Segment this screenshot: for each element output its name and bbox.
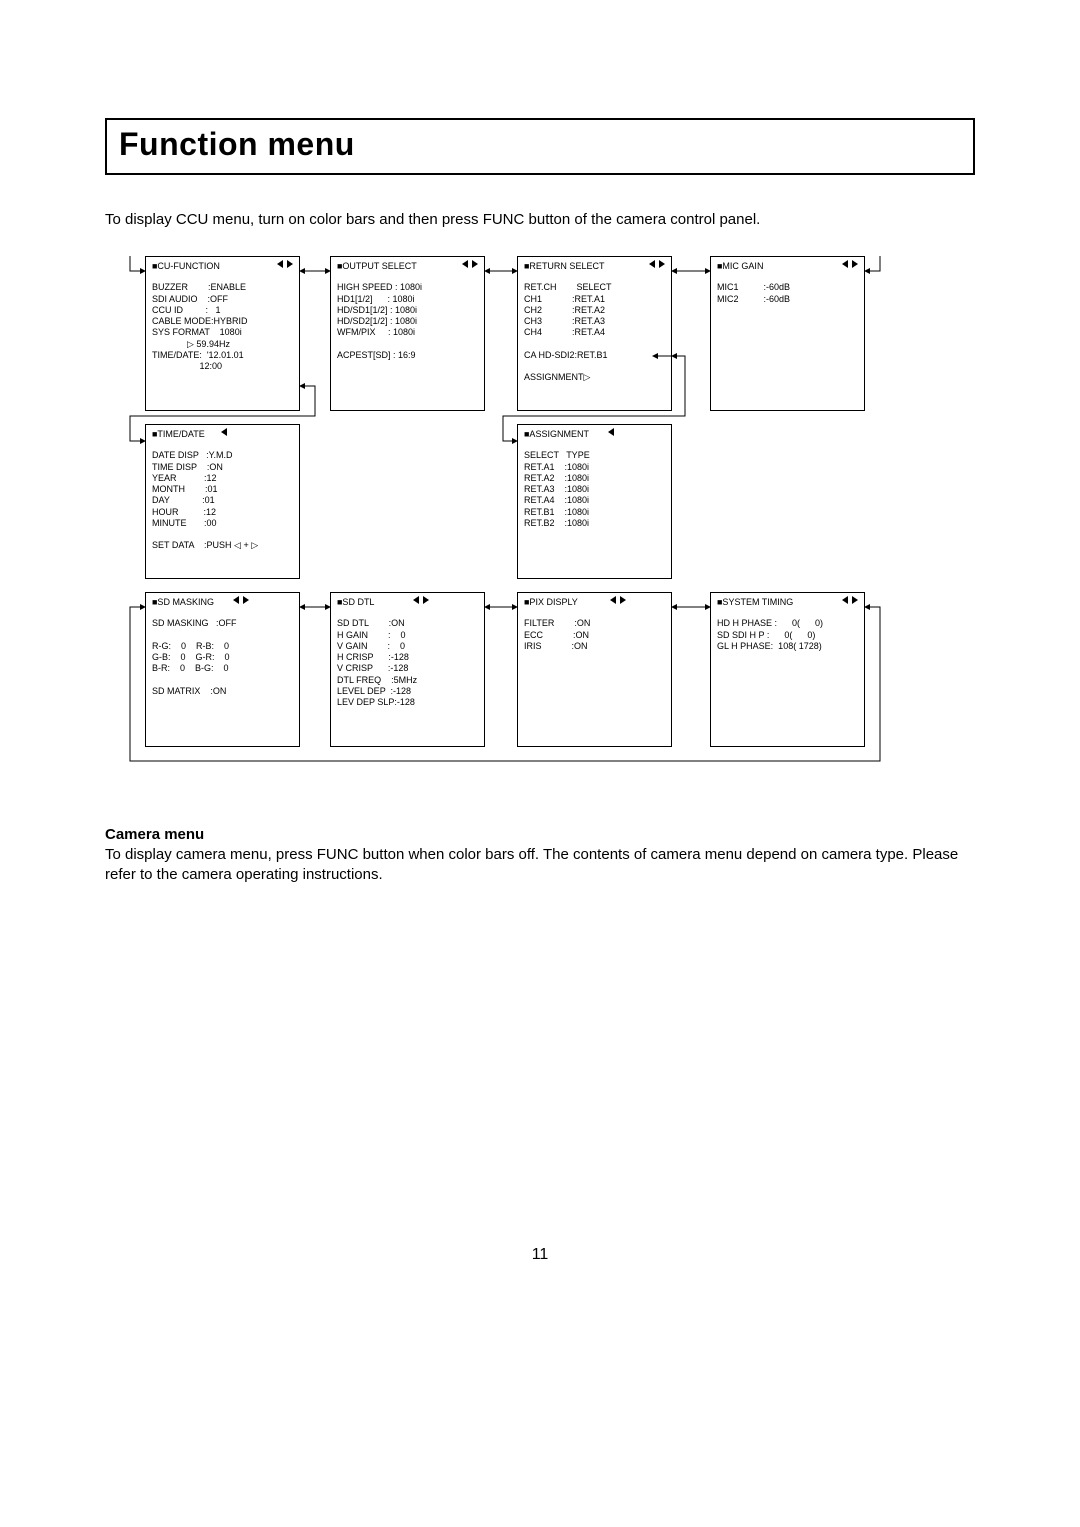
box-header: ■OUTPUT SELECT bbox=[337, 261, 478, 272]
box-output-select: ■OUTPUT SELECT HIGH SPEED : 1080i HD1[1/… bbox=[330, 256, 485, 411]
nav-right-icon bbox=[243, 596, 249, 604]
box-body: MIC1 :-60dB MIC2 :-60dB bbox=[717, 282, 858, 305]
box-body: SD MASKING :OFF R-G: 0 R-B: 0 G-B: 0 G-R… bbox=[152, 618, 293, 697]
nav-left-icon bbox=[610, 596, 616, 604]
nav-right-icon bbox=[423, 596, 429, 604]
box-body: HIGH SPEED : 1080i HD1[1/2] : 1080i HD/S… bbox=[337, 282, 478, 361]
box-header: ■MIC GAIN bbox=[717, 261, 858, 272]
title-frame: Function menu bbox=[105, 118, 975, 175]
nav-right-icon bbox=[852, 596, 858, 604]
camera-menu-body: To display camera menu, press FUNC butto… bbox=[105, 845, 975, 886]
box-body: RET.CH SELECT CH1 :RET.A1 CH2 :RET.A2 CH… bbox=[524, 282, 665, 383]
box-return-select: ■RETURN SELECT RET.CH SELECT CH1 :RET.A1… bbox=[517, 256, 672, 411]
box-header: ■SD DTL bbox=[337, 597, 478, 608]
box-header: ■CU-FUNCTION bbox=[152, 261, 293, 272]
nav-left-icon bbox=[649, 260, 655, 268]
intro-text: To display CCU menu, turn on color bars … bbox=[105, 211, 975, 228]
box-body: FILTER :ON ECC :ON IRIS :ON bbox=[524, 618, 665, 652]
box-cu-function: ■CU-FUNCTION BUZZER :ENABLE SDI AUDIO :O… bbox=[145, 256, 300, 411]
box-header: ■SYSTEM TIMING bbox=[717, 597, 858, 608]
page: Function menu To display CCU menu, turn … bbox=[105, 0, 975, 1304]
menu-diagram: ■CU-FUNCTION BUZZER :ENABLE SDI AUDIO :O… bbox=[105, 256, 975, 776]
nav-right-icon bbox=[472, 260, 478, 268]
camera-menu-heading: Camera menu bbox=[105, 826, 975, 843]
nav-left-icon bbox=[842, 260, 848, 268]
nav-left-icon bbox=[277, 260, 283, 268]
box-mic-gain: ■MIC GAIN MIC1 :-60dB MIC2 :-60dB bbox=[710, 256, 865, 411]
box-assignment: ■ASSIGNMENT SELECT TYPE RET.A1 :1080i RE… bbox=[517, 424, 672, 579]
box-body: DATE DISP :Y.M.D TIME DISP :ON YEAR :12 … bbox=[152, 450, 293, 551]
box-system-timing: ■SYSTEM TIMING HD H PHASE : 0( 0) SD SDI… bbox=[710, 592, 865, 747]
box-body: SELECT TYPE RET.A1 :1080i RET.A2 :1080i … bbox=[524, 450, 665, 529]
box-header: ■PIX DISPLY bbox=[524, 597, 665, 608]
page-number: 11 bbox=[105, 1246, 975, 1264]
nav-left-icon bbox=[608, 428, 614, 436]
nav-left-icon bbox=[233, 596, 239, 604]
box-body: BUZZER :ENABLE SDI AUDIO :OFF CCU ID : 1… bbox=[152, 282, 293, 372]
nav-right-icon bbox=[659, 260, 665, 268]
box-header: ■SD MASKING bbox=[152, 597, 293, 608]
nav-right-icon bbox=[852, 260, 858, 268]
box-pix-disply: ■PIX DISPLY FILTER :ON ECC :ON IRIS :ON bbox=[517, 592, 672, 747]
nav-left-icon bbox=[221, 428, 227, 436]
box-header: ■TIME/DATE bbox=[152, 429, 293, 440]
box-body: HD H PHASE : 0( 0) SD SDI H P : 0( 0) GL… bbox=[717, 618, 858, 652]
nav-right-icon bbox=[620, 596, 626, 604]
nav-left-icon bbox=[842, 596, 848, 604]
box-header: ■RETURN SELECT bbox=[524, 261, 665, 272]
nav-right-icon bbox=[287, 260, 293, 268]
box-header: ■ASSIGNMENT bbox=[524, 429, 665, 440]
page-title: Function menu bbox=[119, 126, 961, 163]
box-sd-dtl: ■SD DTL SD DTL :ON H GAIN : 0 V GAIN : 0… bbox=[330, 592, 485, 747]
box-time-date: ■TIME/DATE DATE DISP :Y.M.D TIME DISP :O… bbox=[145, 424, 300, 579]
box-body: SD DTL :ON H GAIN : 0 V GAIN : 0 H CRISP… bbox=[337, 618, 478, 708]
box-sd-masking: ■SD MASKING SD MASKING :OFF R-G: 0 R-B: … bbox=[145, 592, 300, 747]
nav-left-icon bbox=[462, 260, 468, 268]
nav-left-icon bbox=[413, 596, 419, 604]
